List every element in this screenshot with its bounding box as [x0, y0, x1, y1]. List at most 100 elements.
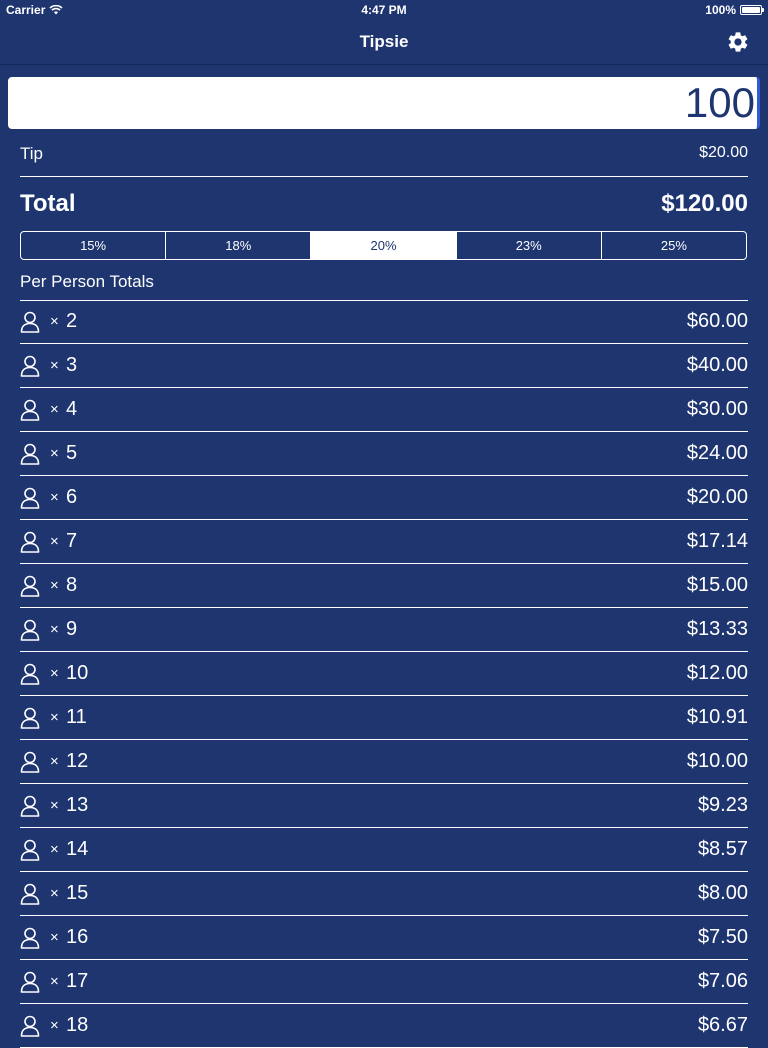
- tip-amount: $20.00: [699, 144, 748, 161]
- person-icon: [20, 311, 40, 333]
- list-item: × 15 $8.00: [20, 872, 748, 916]
- times-symbol: ×: [50, 401, 59, 418]
- list-item: × 17 $7.06: [20, 960, 748, 1004]
- person-count: 11: [66, 706, 87, 728]
- page-title: Tipsie: [359, 32, 409, 51]
- person-count: 16: [66, 926, 89, 948]
- list-item: × 6 $20.00: [20, 476, 748, 520]
- times-symbol: ×: [50, 841, 59, 858]
- list-item: × 8 $15.00: [20, 564, 748, 608]
- times-symbol: ×: [50, 313, 59, 330]
- bill-amount-input[interactable]: [8, 77, 760, 129]
- person-icon: [20, 487, 40, 509]
- times-symbol: ×: [50, 797, 59, 814]
- person-icon: [20, 355, 40, 377]
- list-item: × 12 $10.00: [20, 740, 748, 784]
- person-icon: [20, 619, 40, 641]
- times-symbol: ×: [50, 489, 59, 506]
- times-symbol: ×: [50, 445, 59, 462]
- total-label: Total: [20, 190, 76, 217]
- times-symbol: ×: [50, 621, 59, 638]
- per-person-amount: $9.23: [697, 794, 748, 816]
- battery-icon: [740, 5, 764, 15]
- list-item: × 14 $8.57: [20, 828, 748, 872]
- times-symbol: ×: [50, 577, 59, 594]
- per-person-amount: $13.33: [686, 618, 748, 640]
- times-symbol: ×: [50, 929, 59, 946]
- tip-option-20-percent[interactable]: 20%: [310, 232, 456, 259]
- tip-percentage-selector: 15% 18% 20% 23% 25%: [20, 231, 747, 260]
- person-count: 18: [66, 1014, 89, 1036]
- per-person-amount: $8.00: [697, 882, 748, 904]
- person-count: 13: [66, 794, 89, 816]
- list-item: × 3 $40.00: [20, 344, 748, 388]
- list-item: × 4 $30.00: [20, 388, 748, 432]
- person-icon: [20, 399, 40, 421]
- times-symbol: ×: [50, 1017, 59, 1034]
- times-symbol: ×: [50, 885, 59, 902]
- battery-indicator: 100%: [705, 3, 764, 17]
- times-symbol: ×: [50, 973, 59, 990]
- person-count: 5: [66, 442, 78, 464]
- per-person-amount: $12.00: [686, 662, 748, 684]
- person-count: 17: [66, 970, 89, 992]
- person-count: 4: [66, 398, 78, 420]
- tip-row: Tip $20.00: [20, 140, 748, 177]
- person-count: 8: [66, 574, 78, 596]
- person-icon: [20, 751, 40, 773]
- times-symbol: ×: [50, 357, 59, 374]
- battery-percent: 100%: [705, 3, 736, 17]
- list-item: × 2 $60.00: [20, 300, 748, 344]
- per-person-amount: $40.00: [686, 354, 748, 376]
- list-item: × 9 $13.33: [20, 608, 748, 652]
- per-person-amount: $15.00: [686, 574, 748, 596]
- list-item: × 18 $6.67: [20, 1004, 748, 1048]
- total-amount: $120.00: [661, 190, 748, 217]
- gear-icon[interactable]: [726, 30, 750, 54]
- per-person-amount: $17.14: [686, 530, 748, 552]
- navigation-bar: Tipsie: [0, 20, 768, 65]
- per-person-list: × 2 $60.00 × 3 $40.00 × 4 $30.00 × 5 $24.00 × 6 $20.00…: [20, 300, 748, 1048]
- person-icon: [20, 531, 40, 553]
- person-count: 2: [66, 310, 78, 332]
- person-icon: [20, 707, 40, 729]
- per-person-title: Per Person Totals: [20, 272, 154, 291]
- status-time: 4:47 PM: [361, 3, 407, 17]
- per-person-amount: $6.67: [697, 1014, 748, 1036]
- per-person-header: Per Person Totals: [20, 270, 748, 301]
- total-row: Total $120.00: [20, 188, 748, 224]
- times-symbol: ×: [50, 709, 59, 726]
- tip-option-18-percent[interactable]: 18%: [165, 232, 310, 259]
- person-count: 15: [66, 882, 89, 904]
- person-icon: [20, 839, 40, 861]
- per-person-amount: $20.00: [686, 486, 748, 508]
- person-icon: [20, 927, 40, 949]
- list-item: × 5 $24.00: [20, 432, 748, 476]
- tip-option-15-percent[interactable]: 15%: [21, 232, 165, 259]
- list-item: × 7 $17.14: [20, 520, 748, 564]
- status-bar: Carrier 4:47 PM 100%: [0, 0, 768, 20]
- person-icon: [20, 795, 40, 817]
- person-icon: [20, 971, 40, 993]
- list-item: × 16 $7.50: [20, 916, 748, 960]
- per-person-amount: $7.50: [697, 926, 748, 948]
- per-person-amount: $7.06: [697, 970, 748, 992]
- times-symbol: ×: [50, 533, 59, 550]
- person-count: 12: [66, 750, 89, 772]
- person-icon: [20, 575, 40, 597]
- tip-label: Tip: [20, 144, 43, 163]
- person-count: 10: [66, 662, 89, 684]
- tip-option-25-percent[interactable]: 25%: [600, 232, 746, 259]
- person-icon: [20, 443, 40, 465]
- times-symbol: ×: [50, 665, 59, 682]
- per-person-amount: $30.00: [686, 398, 748, 420]
- list-item: × 11 $10.91: [20, 696, 748, 740]
- per-person-amount: $60.00: [686, 310, 748, 332]
- list-item: × 10 $12.00: [20, 652, 748, 696]
- per-person-amount: $10.00: [686, 750, 748, 772]
- person-count: 9: [66, 618, 78, 640]
- person-icon: [20, 663, 40, 685]
- times-symbol: ×: [50, 753, 59, 770]
- tip-option-23-percent[interactable]: 23%: [455, 232, 601, 259]
- person-count: 7: [66, 530, 78, 552]
